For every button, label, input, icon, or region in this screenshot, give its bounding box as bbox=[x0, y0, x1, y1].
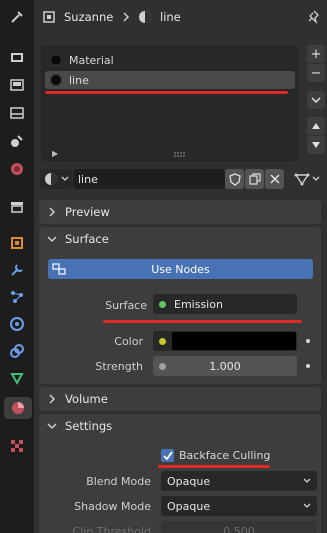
keyframe-dot-icon[interactable] bbox=[306, 364, 310, 368]
volume-panel-header[interactable]: Volume bbox=[39, 387, 321, 411]
use-nodes-button[interactable]: Use Nodes bbox=[48, 259, 313, 279]
material-name-field[interactable]: line bbox=[73, 169, 225, 189]
object-name: Suzanne bbox=[64, 10, 114, 24]
object-icon[interactable] bbox=[6, 232, 28, 254]
preview-panel-header[interactable]: Preview bbox=[39, 200, 321, 224]
fake-user-button[interactable] bbox=[225, 169, 244, 189]
material-preview-icon bbox=[50, 74, 62, 86]
node-tree-icon bbox=[52, 263, 66, 275]
slot-label: Material bbox=[69, 53, 114, 67]
properties-tab-bar bbox=[0, 0, 34, 533]
render-icon[interactable] bbox=[6, 46, 28, 68]
breadcrumb: Suzanne line bbox=[34, 0, 327, 34]
surface-shader-selector[interactable]: Emission bbox=[153, 294, 297, 314]
color-swatch[interactable] bbox=[172, 332, 296, 350]
chevron-right-icon bbox=[49, 207, 56, 217]
list-item[interactable]: Material bbox=[45, 51, 295, 69]
material-sphere-icon bbox=[138, 9, 152, 25]
panel-title: Volume bbox=[65, 392, 108, 406]
view-layer-icon[interactable] bbox=[6, 102, 28, 124]
chevron-down-icon bbox=[61, 176, 68, 181]
duplicate-material-button[interactable] bbox=[245, 169, 264, 189]
panel-title: Preview bbox=[65, 205, 110, 219]
preview-panel: Preview bbox=[39, 200, 321, 224]
surface-value: Emission bbox=[174, 297, 223, 311]
shadow-mode-value: Opaque bbox=[167, 499, 211, 513]
strength-value: 1.000 bbox=[209, 359, 241, 373]
list-item[interactable]: line bbox=[45, 71, 295, 89]
add-slot-button[interactable]: + bbox=[307, 45, 325, 63]
chevron-down-icon bbox=[47, 236, 57, 243]
blend-mode-label: Blend Mode bbox=[86, 475, 151, 488]
blend-mode-value: Opaque bbox=[167, 474, 211, 488]
color-label: Color bbox=[114, 335, 143, 348]
checkmark-icon[interactable] bbox=[161, 449, 174, 462]
breadcrumb-arrow-icon bbox=[122, 9, 130, 25]
material-icon[interactable] bbox=[4, 397, 32, 419]
settings-panel-header[interactable]: Settings bbox=[39, 414, 321, 438]
blend-mode-dropdown[interactable]: Opaque bbox=[161, 471, 317, 491]
modifier-icon[interactable] bbox=[6, 259, 28, 281]
move-slot-up-button[interactable] bbox=[307, 117, 325, 135]
physics-icon[interactable] bbox=[6, 313, 28, 335]
color-socket-icon bbox=[159, 337, 166, 345]
panel-title: Surface bbox=[65, 232, 109, 246]
output-icon[interactable] bbox=[6, 74, 28, 96]
chevron-down-icon bbox=[47, 423, 57, 430]
settings-panel: Settings Backface Culling Blend Mode Opa… bbox=[39, 414, 321, 533]
particles-icon[interactable] bbox=[6, 286, 28, 308]
remove-slot-button[interactable]: − bbox=[307, 64, 325, 82]
shadow-mode-dropdown[interactable]: Opaque bbox=[161, 496, 317, 516]
browse-material-button[interactable] bbox=[40, 169, 72, 189]
clip-threshold-field: 0.500 bbox=[161, 521, 317, 533]
chevron-down-icon bbox=[312, 176, 320, 181]
move-slot-down-button[interactable] bbox=[307, 136, 325, 154]
shadow-mode-label: Shadow Mode bbox=[74, 500, 151, 513]
mesh-data-icon bbox=[294, 173, 310, 186]
resize-grip-icon[interactable] bbox=[173, 149, 187, 162]
scene-icon[interactable] bbox=[6, 130, 28, 152]
clip-threshold-value: 0.500 bbox=[223, 524, 255, 533]
annotation-underline bbox=[158, 465, 270, 468]
pin-icon[interactable] bbox=[308, 9, 320, 25]
expand-triangle-icon[interactable]: ▶ bbox=[52, 149, 58, 158]
chevron-down-icon bbox=[303, 503, 311, 508]
strength-label: Strength bbox=[95, 360, 143, 373]
clip-threshold-label: Clip Threshold bbox=[72, 525, 151, 533]
annotation-underline bbox=[45, 91, 288, 94]
constraints-icon[interactable] bbox=[6, 340, 28, 362]
volume-panel: Volume bbox=[39, 387, 321, 411]
copy-icon bbox=[248, 173, 261, 185]
tool-icon[interactable] bbox=[6, 6, 28, 28]
data-icon[interactable] bbox=[6, 367, 28, 389]
shader-socket-icon bbox=[159, 300, 166, 308]
properties-editor: Suzanne line Material line ▶ + − line Pr… bbox=[34, 0, 327, 533]
strength-field[interactable]: 1.000 bbox=[153, 356, 297, 376]
object-data-icon bbox=[42, 9, 56, 25]
annotation-underline bbox=[103, 320, 302, 323]
slot-specials-button[interactable] bbox=[307, 91, 325, 109]
backface-culling-checkbox[interactable]: Backface Culling bbox=[161, 449, 270, 462]
keyframe-dot-icon[interactable] bbox=[306, 339, 310, 343]
world-icon[interactable] bbox=[6, 158, 28, 180]
slot-label: line bbox=[69, 73, 89, 87]
use-nodes-label: Use Nodes bbox=[151, 262, 210, 276]
material-preview-icon bbox=[50, 54, 62, 66]
material-name: line bbox=[160, 10, 181, 24]
color-field[interactable] bbox=[153, 331, 297, 351]
shield-icon bbox=[228, 172, 241, 186]
backface-culling-label: Backface Culling bbox=[179, 449, 271, 462]
unlink-material-button[interactable] bbox=[265, 169, 284, 189]
chevron-down-icon bbox=[303, 478, 311, 483]
link-mode-button[interactable] bbox=[292, 169, 322, 189]
chevron-right-icon bbox=[49, 394, 56, 404]
material-slot-list[interactable]: Material line ▶ bbox=[41, 46, 298, 161]
collection-icon[interactable] bbox=[6, 196, 28, 218]
surface-panel-header[interactable]: Surface bbox=[39, 227, 321, 251]
texture-icon[interactable] bbox=[6, 435, 28, 457]
close-icon bbox=[269, 174, 280, 184]
surface-label: Surface bbox=[105, 299, 147, 312]
panel-title: Settings bbox=[65, 419, 113, 433]
surface-panel: Surface Use Nodes Surface Emission Color… bbox=[39, 227, 321, 384]
